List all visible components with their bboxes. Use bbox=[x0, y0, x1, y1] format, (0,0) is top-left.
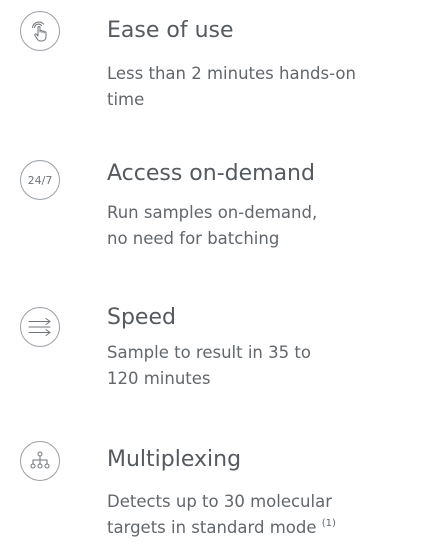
24-7-icon: 24/7 bbox=[20, 160, 60, 200]
description-line: no need for batching bbox=[107, 229, 280, 248]
description-line: Sample to result in 35 to bbox=[107, 343, 311, 362]
footnote-reference: (1) bbox=[321, 518, 336, 529]
hand-pointer-icon bbox=[20, 11, 60, 51]
description-line: targets in standard mode bbox=[107, 518, 317, 537]
description-line: Run samples on-demand, bbox=[107, 203, 318, 222]
feature-title: Speed bbox=[107, 305, 176, 330]
feature-title: Multiplexing bbox=[107, 447, 242, 472]
feature-title: Access on-demand bbox=[107, 161, 315, 186]
feature-description: Run samples on-demand, no need for batch… bbox=[107, 200, 437, 252]
feature-title: Ease of use bbox=[107, 18, 234, 43]
feature-description: Sample to result in 35 to 120 minutes bbox=[107, 340, 437, 392]
description-line: 120 minutes bbox=[107, 369, 211, 388]
description-line: Detects up to 30 molecular bbox=[107, 492, 332, 511]
description-line: Less than 2 minutes hands-on bbox=[107, 64, 356, 83]
hierarchy-icon bbox=[20, 441, 60, 481]
feature-description: Less than 2 minutes hands-on time bbox=[107, 61, 437, 113]
arrows-right-icon bbox=[20, 307, 60, 347]
description-line: time bbox=[107, 90, 145, 109]
icon-label: 24/7 bbox=[27, 173, 53, 187]
feature-description: Detects up to 30 molecular targets in st… bbox=[107, 489, 437, 541]
